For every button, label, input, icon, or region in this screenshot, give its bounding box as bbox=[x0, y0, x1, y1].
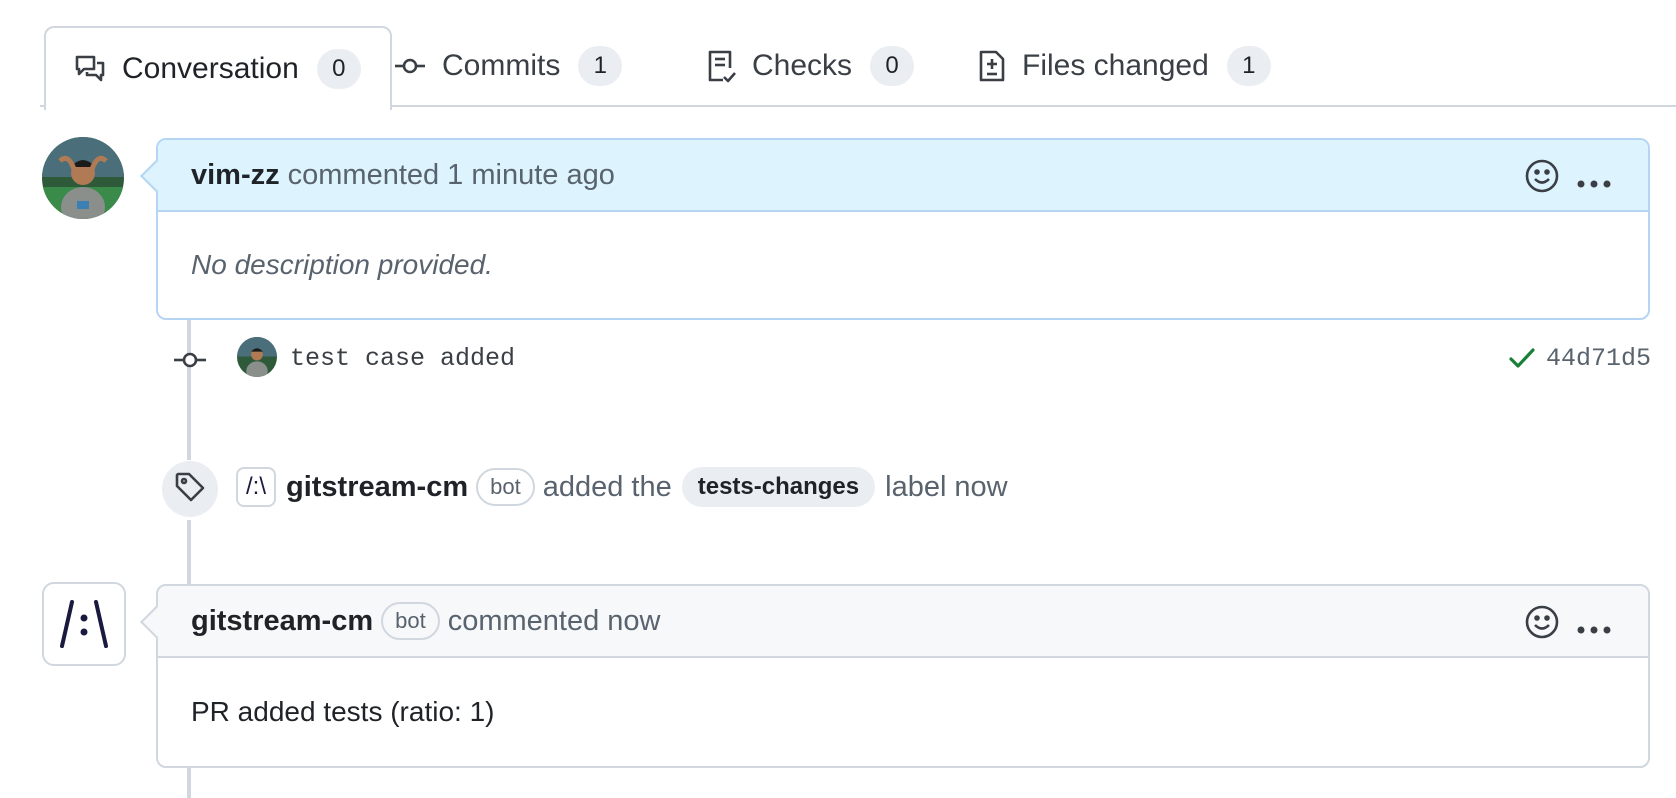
label-tests-changes[interactable]: tests-changes bbox=[681, 467, 876, 507]
gitstream-logo-icon bbox=[60, 600, 108, 648]
comment-card: gitstream-cm bot commented now PR added … bbox=[140, 584, 1650, 768]
comment-author[interactable]: gitstream-cm bbox=[191, 605, 373, 638]
comment-header: vim-zz commented 1 minute ago bbox=[158, 140, 1648, 212]
smiley-icon[interactable] bbox=[1524, 158, 1560, 202]
kebab-horizontal-icon[interactable] bbox=[1576, 610, 1612, 643]
avatar[interactable] bbox=[42, 137, 124, 219]
comment-discussion-icon bbox=[74, 54, 106, 84]
tab-checks-label: Checks bbox=[752, 49, 853, 82]
bot-badge: bot bbox=[381, 602, 440, 640]
comment-body-text: No description provided. bbox=[191, 249, 493, 280]
commit-author-avatar[interactable] bbox=[237, 337, 277, 377]
event-actor[interactable]: gitstream-cm bbox=[286, 471, 468, 504]
timeline-line bbox=[187, 520, 191, 585]
tab-checks-count: 0 bbox=[870, 46, 915, 86]
tab-conversation-count: 0 bbox=[316, 49, 361, 89]
tab-commits-count: 1 bbox=[578, 46, 623, 86]
timeline-line bbox=[187, 318, 191, 460]
tab-files-changed[interactable]: Files changed 1 bbox=[978, 26, 1271, 106]
check-icon[interactable] bbox=[1508, 346, 1536, 375]
tag-icon-badge bbox=[162, 461, 218, 517]
smiley-icon[interactable] bbox=[1524, 604, 1560, 648]
tab-checks[interactable]: Checks 0 bbox=[706, 26, 915, 106]
tab-conversation-label: Conversation bbox=[122, 52, 299, 85]
comment-card: vim-zz commented 1 minute ago No descrip… bbox=[140, 138, 1650, 320]
event-timestamp[interactable]: now bbox=[954, 471, 1007, 504]
tab-commits[interactable]: Commits 1 bbox=[394, 26, 623, 106]
comment-body: PR added tests (ratio: 1) bbox=[158, 658, 1648, 766]
comment-header: gitstream-cm bot commented now bbox=[158, 586, 1648, 658]
event-text-after: label bbox=[885, 470, 947, 503]
file-diff-icon bbox=[978, 49, 1006, 83]
comment-timestamp[interactable]: 1 minute ago bbox=[447, 159, 615, 192]
tab-conversation[interactable]: Conversation 0 bbox=[44, 26, 392, 110]
timeline-line bbox=[187, 765, 191, 798]
commit-sha[interactable]: 44d71d5 bbox=[1546, 344, 1651, 373]
comment-action: commented bbox=[447, 604, 600, 637]
tab-files-changed-count: 1 bbox=[1226, 46, 1271, 86]
git-commit-icon bbox=[394, 56, 426, 76]
checklist-icon bbox=[706, 49, 736, 83]
comment-body-text: PR added tests (ratio: 1) bbox=[191, 696, 495, 727]
commit-message[interactable]: test case added bbox=[290, 344, 515, 373]
label-event-text: gitstream-cm bot added the tests-changes… bbox=[286, 466, 1008, 508]
tab-commits-label: Commits bbox=[442, 49, 561, 82]
git-commit-icon bbox=[174, 350, 206, 375]
comment-action: commented bbox=[287, 158, 440, 191]
tab-files-changed-label: Files changed bbox=[1022, 49, 1209, 82]
gitstream-logo-avatar[interactable] bbox=[42, 582, 126, 666]
tag-icon bbox=[174, 471, 206, 508]
gitstream-logo-text: /:\ bbox=[245, 473, 266, 500]
bot-badge: bot bbox=[476, 468, 535, 506]
comment-body: No description provided. bbox=[158, 212, 1648, 318]
gitstream-logo-small[interactable]: /:\ bbox=[236, 467, 276, 507]
comment-timestamp[interactable]: now bbox=[607, 605, 660, 638]
kebab-horizontal-icon[interactable] bbox=[1576, 164, 1612, 197]
comment-author[interactable]: vim-zz bbox=[191, 159, 280, 192]
event-text-before: added the bbox=[542, 470, 672, 503]
